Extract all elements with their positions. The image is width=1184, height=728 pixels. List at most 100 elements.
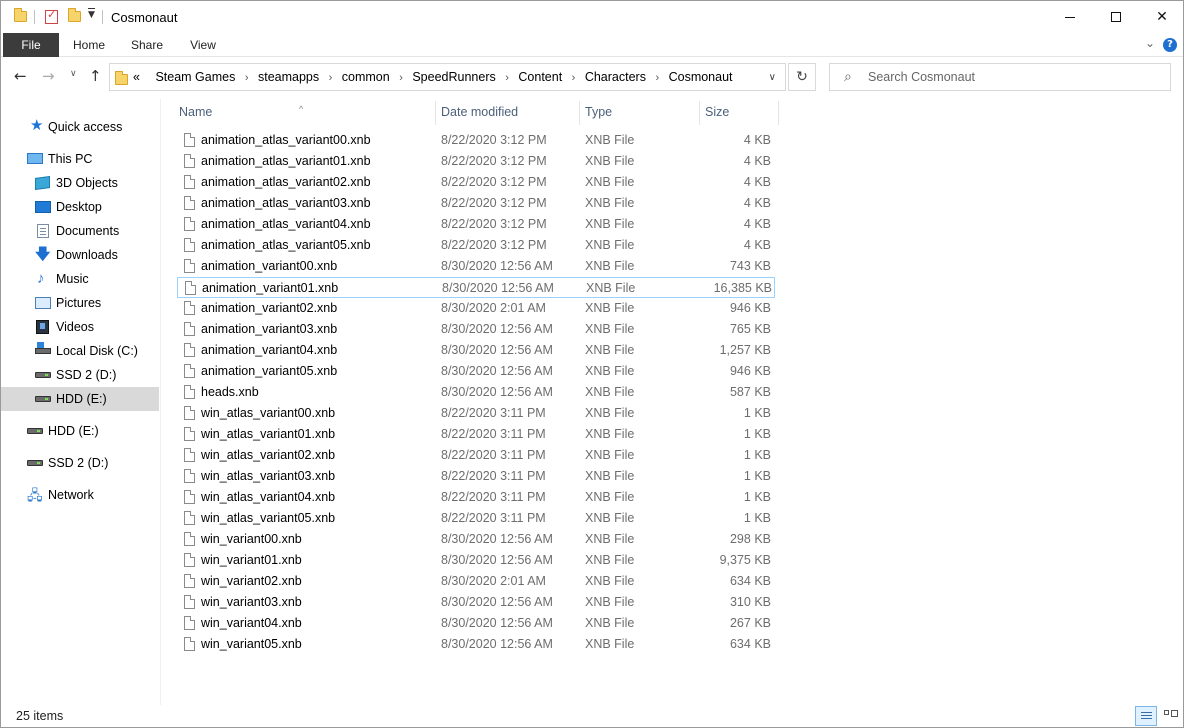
file-row[interactable]: animation_variant03.xnb 8/30/2020 12:56 A… [177, 319, 775, 340]
file-row[interactable]: win_atlas_variant00.xnb 8/22/2020 3:11 PM… [177, 403, 775, 424]
file-row[interactable]: win_variant03.xnb 8/30/2020 12:56 AM XNB F… [177, 592, 775, 613]
breadcrumb-separator-icon[interactable]: › [329, 72, 333, 84]
sidebar-item-quick-access[interactable]: ★ Quick access [1, 115, 159, 139]
sidebar-item-local-disk-c[interactable]: Local Disk (C:) [1, 339, 159, 363]
file-row[interactable]: win_variant04.xnb 8/30/2020 12:56 AM XNB F… [177, 613, 775, 634]
file-size: 1 KB [743, 469, 771, 483]
sidebar-item-this-pc[interactable]: This PC [1, 147, 159, 171]
close-button[interactable]: ✕ [1139, 1, 1183, 33]
sidebar-item-label: Network [48, 488, 94, 502]
breadcrumb-item[interactable]: SpeedRunners [412, 70, 495, 84]
quick-access-toolbar-dropdown-icon[interactable]: ▼ [88, 8, 95, 20]
sidebar-item-desktop[interactable]: Desktop [1, 195, 159, 219]
tab-share[interactable]: Share [125, 33, 169, 57]
file-row[interactable]: animation_atlas_variant01.xnb 8/22/2020 3… [177, 151, 775, 172]
file-row[interactable]: win_atlas_variant05.xnb 8/22/2020 3:11 PM… [177, 508, 775, 529]
file-row[interactable]: animation_atlas_variant04.xnb 8/22/2020 3… [177, 214, 775, 235]
sidebar-item-network[interactable]: 🖧 Network [1, 483, 159, 507]
properties-icon[interactable] [45, 8, 58, 24]
breadcrumb-item[interactable]: Characters [585, 70, 646, 84]
sidebar-item-music[interactable]: ♪ Music [1, 267, 159, 291]
file-row[interactable]: animation_variant01.xnb 8/30/2020 12:56 A… [177, 277, 775, 298]
refresh-button[interactable]: ↻ [788, 63, 816, 91]
search-input[interactable] [868, 68, 1158, 86]
file-date-modified: 8/30/2020 12:56 AM [441, 532, 553, 546]
sidebar-item-hdd-e-root[interactable]: HDD (E:) [1, 419, 159, 443]
file-row[interactable]: win_variant02.xnb 8/30/2020 2:01 AM XNB Fi… [177, 571, 775, 592]
back-arrow-icon[interactable]: ← [14, 67, 27, 85]
address-bar[interactable]: « Steam Games › steamapps › common › Spe… [109, 63, 786, 91]
sidebar-item-downloads[interactable]: 🡇 Downloads [1, 243, 159, 267]
sidebar-item-documents[interactable]: Documents [1, 219, 159, 243]
breadcrumb-item[interactable]: steamapps [258, 70, 319, 84]
column-header-size[interactable]: Size [699, 99, 779, 125]
file-size: 4 KB [743, 217, 771, 231]
file-row[interactable]: win_atlas_variant02.xnb 8/22/2020 3:11 PM… [177, 445, 775, 466]
breadcrumb-item[interactable]: Content [518, 70, 562, 84]
file-list: Name ^ Date modified Type Size animation… [173, 99, 1173, 699]
breadcrumb-item[interactable]: Cosmonaut [669, 70, 733, 84]
tab-home[interactable]: Home [67, 33, 111, 57]
breadcrumb-overflow[interactable]: « [133, 70, 140, 84]
tab-view[interactable]: View [181, 33, 225, 57]
breadcrumb-separator-icon[interactable]: › [572, 72, 576, 84]
column-header-type[interactable]: Type [579, 99, 699, 125]
sidebar-item-3d-objects[interactable]: 3D Objects [1, 171, 159, 195]
expand-ribbon-chevron-icon[interactable]: ⌄ [1145, 36, 1155, 50]
sidebar-item-ssd2-d[interactable]: SSD 2 (D:) [1, 363, 159, 387]
file-size: 4 KB [743, 154, 771, 168]
maximize-button[interactable] [1093, 1, 1139, 33]
column-header-label: Size [705, 105, 730, 119]
file-row[interactable]: win_variant05.xnb 8/30/2020 12:56 AM XNB F… [177, 634, 775, 655]
breadcrumb-item[interactable]: Steam Games [155, 70, 235, 84]
file-row[interactable]: animation_atlas_variant00.xnb 8/22/2020 3… [177, 130, 775, 151]
file-row[interactable]: animation_atlas_variant03.xnb 8/22/2020 3… [177, 193, 775, 214]
sidebar-item-pictures[interactable]: Pictures [1, 291, 159, 315]
up-arrow-icon[interactable]: ↑ [89, 67, 102, 85]
file-row[interactable]: win_variant00.xnb 8/30/2020 12:56 AM XNB F… [177, 529, 775, 550]
large-icons-view-button[interactable] [1159, 706, 1181, 726]
minimize-icon [1065, 16, 1075, 18]
file-type: XNB File [585, 217, 635, 231]
sidebar-item-ssd2-d-root[interactable]: SSD 2 (D:) [1, 451, 159, 475]
file-date-modified: 8/22/2020 3:11 PM [441, 469, 546, 483]
file-row[interactable]: animation_variant05.xnb 8/30/2020 12:56 A… [177, 361, 775, 382]
file-row[interactable]: win_atlas_variant03.xnb 8/22/2020 3:11 PM… [177, 466, 775, 487]
breadcrumb-separator-icon[interactable]: › [655, 72, 659, 84]
file-row[interactable]: win_variant01.xnb 8/30/2020 12:56 AM XNB F… [177, 550, 775, 571]
tab-file[interactable]: File [3, 33, 59, 57]
breadcrumb-separator-icon[interactable]: › [399, 72, 403, 84]
breadcrumb-separator-icon[interactable]: › [505, 72, 509, 84]
sidebar-item-videos[interactable]: Videos [1, 315, 159, 339]
breadcrumb-item[interactable]: common [342, 70, 390, 84]
file-row[interactable]: animation_atlas_variant02.xnb 8/22/2020 3… [177, 172, 775, 193]
column-header-date-modified[interactable]: Date modified [435, 99, 579, 125]
breadcrumb-separator-icon[interactable]: › [245, 72, 249, 84]
file-row[interactable]: win_atlas_variant01.xnb 8/22/2020 3:11 PM… [177, 424, 775, 445]
search-box[interactable]: ⌕ [829, 63, 1171, 91]
file-row[interactable]: animation_variant02.xnb 8/30/2020 2:01 AM… [177, 298, 775, 319]
star-icon: ★ [30, 117, 44, 134]
file-size: 1 KB [743, 511, 771, 525]
file-row[interactable]: animation_variant00.xnb 8/30/2020 12:56 A… [177, 256, 775, 277]
file-date-modified: 8/30/2020 12:56 AM [441, 343, 553, 357]
column-resize-handle[interactable] [778, 101, 779, 125]
file-size: 587 KB [729, 385, 771, 399]
ribbon-tabs: File Home Share View ⌄ ? [1, 33, 1183, 57]
file-row[interactable]: animation_atlas_variant05.xnb 8/22/2020 3… [177, 235, 775, 256]
file-name: win_variant02.xnb [201, 574, 302, 588]
address-history-chevron-icon[interactable]: ∨ [769, 72, 776, 83]
help-icon[interactable]: ? [1163, 38, 1177, 52]
window-title: Cosmonaut [111, 10, 178, 25]
details-view-button[interactable] [1135, 706, 1157, 726]
recent-locations-chevron-icon[interactable]: ∨ [70, 69, 77, 79]
file-row[interactable]: animation_variant04.xnb 8/30/2020 12:56 A… [177, 340, 775, 361]
forward-arrow-icon[interactable]: → [42, 67, 55, 85]
refresh-icon: ↻ [796, 69, 808, 85]
column-header-name[interactable]: Name ^ [173, 99, 435, 125]
minimize-button[interactable] [1047, 1, 1093, 33]
file-row[interactable]: win_atlas_variant04.xnb 8/22/2020 3:11 PM… [177, 487, 775, 508]
file-icon [184, 385, 195, 399]
file-row[interactable]: heads.xnb 8/30/2020 12:56 AM XNB File 587 K… [177, 382, 775, 403]
sidebar-item-hdd-e[interactable]: HDD (E:) [1, 387, 159, 411]
